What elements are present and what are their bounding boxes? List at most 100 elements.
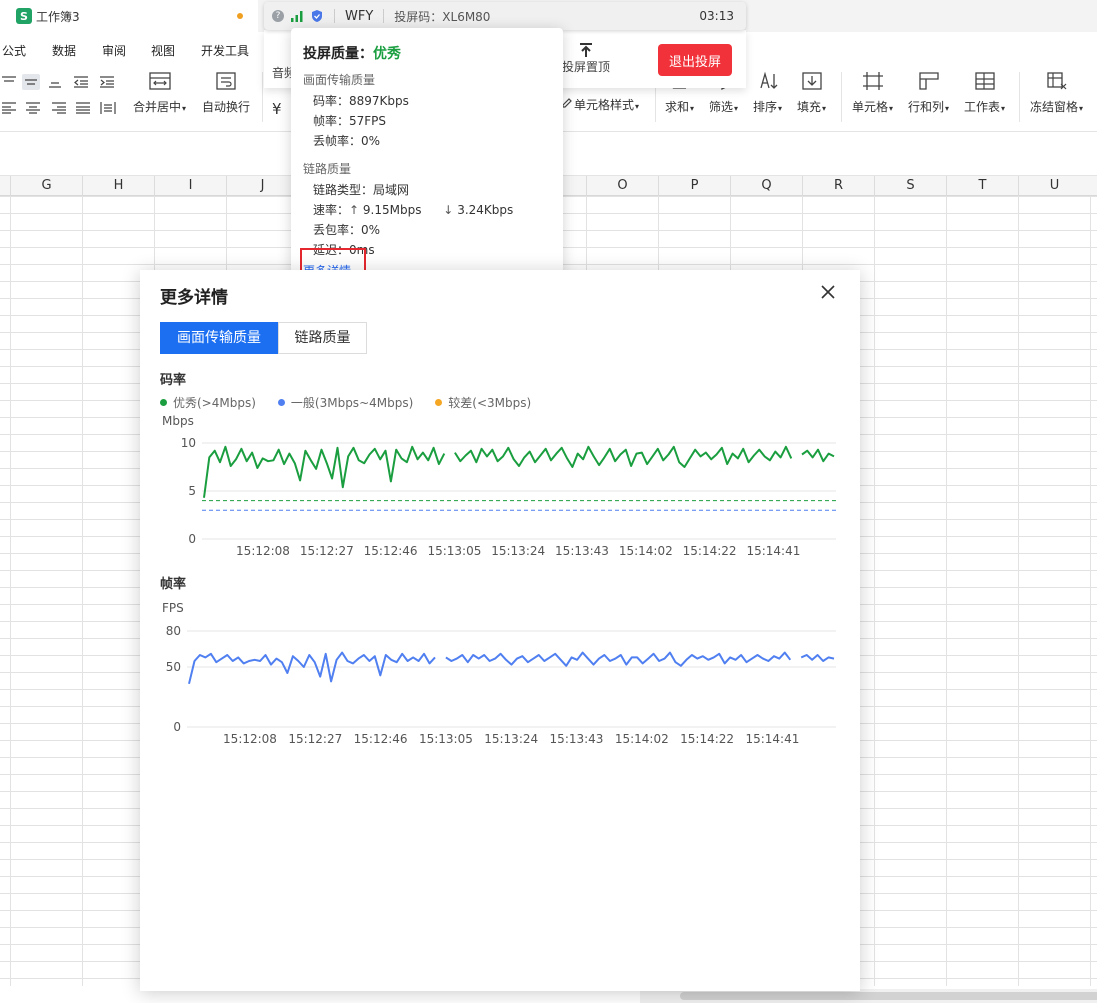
quality-heading: 投屏质量：优秀 [303,43,551,63]
chart-legend: 优秀(>4Mbps) 一般(3Mbps~4Mbps) 较差(<3Mbps) [160,394,531,411]
chevron-down-icon[interactable]: ▾ [778,104,782,113]
arrow-down-icon: ↓ [443,203,454,217]
row-column-label: 行和列 [908,100,945,114]
distributed-align-icon[interactable] [99,100,117,116]
speed-label: 速率： [313,203,350,217]
column-header-o[interactable]: O [586,176,658,196]
justify-icon[interactable] [74,100,92,116]
align-middle-icon[interactable] [22,74,40,90]
horizontal-scrollbar[interactable] [640,989,1097,1003]
row-column-button[interactable]: 行和列▾ [908,70,949,115]
column-header-i[interactable]: I [154,176,226,196]
increase-indent-icon[interactable] [98,74,116,90]
column-header-h[interactable]: H [82,176,154,196]
x-tick-label: 15:14:22 [680,732,734,746]
fill-button[interactable]: 填充▾ [797,70,826,115]
document-title: 工作簿3 [36,9,80,24]
close-icon[interactable] [818,282,838,302]
column-header-p[interactable]: P [658,176,730,196]
merge-center-button[interactable]: 合并居中▾ [133,70,186,115]
filter-label: 筛选 [709,100,734,114]
chevron-down-icon[interactable]: ▾ [945,104,949,113]
currency-format-button[interactable]: ¥ [272,100,282,118]
pin-top-icon [580,43,592,57]
column-header-s[interactable]: S [874,176,946,196]
chevron-down-icon[interactable]: ▾ [734,104,738,113]
column-header-g[interactable]: G [10,176,82,196]
freeze-panes-button[interactable]: 冻结窗格▾ [1030,70,1083,115]
menu-formula[interactable]: 公式 [2,42,26,59]
y-tick-label: 5 [188,484,196,498]
freeze-panes-label: 冻结窗格 [1030,100,1079,114]
dialog-title: 更多详情 [160,288,228,308]
legend-dot-icon [435,399,443,406]
cast-quality-popover: 投屏质量：优秀 画面传输质量 码率：8897Kbps 帧率：57FPS 丢帧率：… [291,28,563,292]
worksheet-button[interactable]: 工作表▾ [964,70,1005,115]
frame-loss-stat: 丢帧率：0% [313,134,381,148]
y-tick-label: 50 [166,660,181,674]
pin-cast-button[interactable]: 投屏置顶 [562,42,610,75]
unsaved-indicator-icon [237,13,243,19]
quality-label: 投屏质量： [303,46,373,62]
framerate-stat: 帧率：57FPS [313,114,387,128]
x-tick-label: 15:14:02 [619,544,673,558]
align-left-icon[interactable] [0,100,18,116]
exit-cast-button[interactable]: 退出投屏 [658,44,732,76]
chevron-down-icon[interactable]: ▾ [182,104,186,113]
chevron-down-icon[interactable]: ▾ [1001,104,1005,113]
decrease-indent-icon[interactable] [72,74,90,90]
cast-code: 投屏码：XL6M80 [394,9,491,24]
x-tick-label: 15:13:24 [491,544,545,558]
shield-icon[interactable] [310,9,324,23]
link-type-stat: 链路类型：局域网 [313,183,410,197]
column-header-q[interactable]: Q [730,176,802,196]
legend-item-normal: 一般(3Mbps~4Mbps) [277,394,414,411]
column-header-j[interactable]: J [226,176,298,196]
sum-label: 求和 [665,100,690,114]
link-quality-section: 链路质量 [303,162,352,176]
legend-label: 一般(3Mbps~4Mbps) [290,396,414,410]
align-bottom-icon[interactable] [46,74,64,90]
worksheet-label: 工作表 [964,100,1001,114]
menu-review[interactable]: 审阅 [102,42,126,59]
document-tab[interactable]: S 工作簿3 [0,0,258,32]
align-top-icon[interactable] [0,74,18,90]
chevron-down-icon[interactable]: ▾ [690,104,694,113]
legend-item-excellent: 优秀(>4Mbps) [160,394,256,411]
menu-developer[interactable]: 开发工具 [201,42,249,59]
chevron-down-icon[interactable]: ▾ [635,102,639,111]
column-header-t[interactable]: T [946,176,1018,196]
chevron-down-icon[interactable]: ▾ [1079,104,1083,113]
wrap-text-icon [216,72,236,90]
x-tick-label: 15:14:41 [746,544,800,558]
menu-data[interactable]: 数据 [52,42,76,59]
divider [334,9,335,23]
bitrate-chart: Mbps 0 5 10 15:12:08 15:12:27 15:12:46 15:13:05… [162,414,836,558]
x-tick-label: 15:13:43 [550,732,604,746]
merge-cells-icon [148,72,171,90]
x-tick-label: 15:14:41 [745,732,799,746]
arrow-up-icon: ↑ [349,203,360,217]
sort-button[interactable]: 排序▾ [753,70,782,115]
column-header-u[interactable]: U [1018,176,1090,196]
help-icon[interactable]: ? [272,10,284,22]
x-tick-label: 15:13:43 [555,544,609,558]
cell-style-button[interactable]: 单元格样式▾ [560,94,639,114]
chevron-down-icon[interactable]: ▾ [889,104,893,113]
wrap-text-button[interactable]: 自动换行 [202,70,250,115]
tab-video-quality[interactable]: 画面传输质量 [160,322,278,354]
scrollbar-thumb[interactable] [680,992,1097,1000]
x-tick-label: 15:13:05 [427,544,481,558]
cell-style-label: 单元格样式 [574,97,635,112]
sort-label: 排序 [753,100,778,114]
signal-strength-icon[interactable] [290,10,304,22]
align-right-icon[interactable] [50,100,68,116]
chevron-down-icon[interactable]: ▾ [822,104,826,113]
tab-link-quality[interactable]: 链路质量 [278,322,367,354]
cell-button[interactable]: 单元格▾ [852,70,893,115]
x-tick-label: 15:14:22 [683,544,737,558]
bitrate-chart-title: 码率 [160,373,187,388]
menu-view[interactable]: 视图 [151,42,175,59]
column-header-r[interactable]: R [802,176,874,196]
align-center-icon[interactable] [24,100,42,116]
